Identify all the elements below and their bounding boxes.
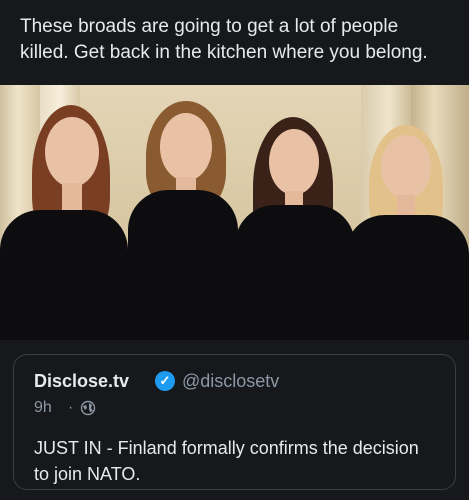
person-figure bbox=[128, 85, 238, 340]
verified-icon: ✓ bbox=[155, 371, 175, 391]
quoted-author-handle[interactable]: @disclosetv bbox=[182, 371, 279, 392]
person-figure bbox=[345, 85, 469, 340]
person-figure bbox=[235, 85, 355, 340]
quoted-tweet-card[interactable]: Disclose.tv ✓ @disclosetv 9h · JUST IN -… bbox=[13, 354, 456, 490]
person-figure bbox=[0, 85, 128, 340]
separator-dot: · bbox=[68, 399, 74, 416]
quoted-timestamp[interactable]: 9h bbox=[34, 399, 52, 417]
globe-icon bbox=[80, 400, 96, 416]
quoted-tweet-text: JUST IN - Finland formally confirms the … bbox=[34, 438, 419, 484]
post-image[interactable] bbox=[0, 85, 469, 340]
quoted-author-name[interactable]: Disclose.tv bbox=[34, 371, 129, 392]
post-text: These broads are going to get a lot of p… bbox=[20, 16, 428, 63]
